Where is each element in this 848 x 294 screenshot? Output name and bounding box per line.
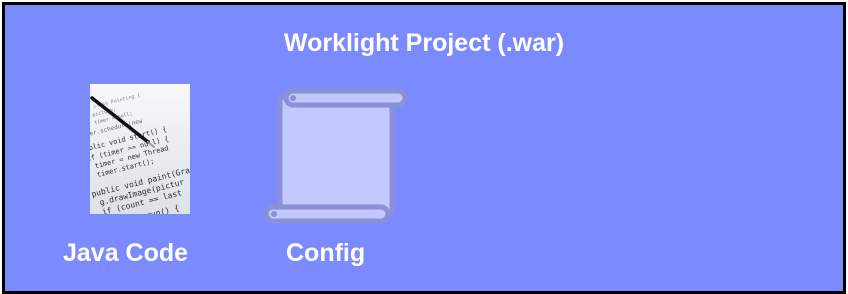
project-title: Worklight Project (.war) [283,29,565,57]
project-container: Worklight Project (.war) public class Pa… [2,2,846,294]
java-code-image: public class Painting { Image picture; T… [90,84,190,214]
scroll-icon [263,85,413,230]
java-code-label: Java Code [63,239,189,267]
config-label: Config [286,239,366,267]
